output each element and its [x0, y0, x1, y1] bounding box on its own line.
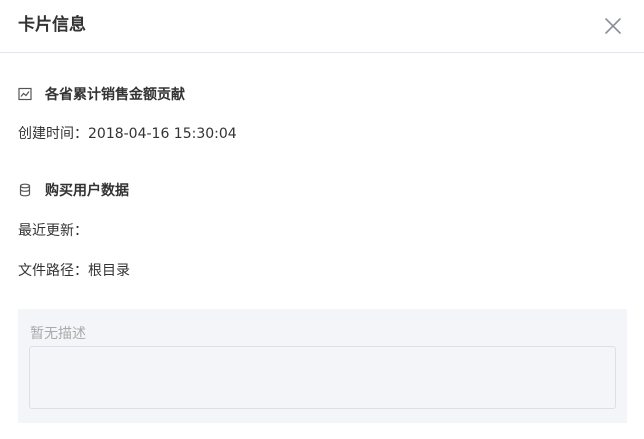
dataset-section-header: 购买用户数据 [18, 180, 129, 200]
description-textarea[interactable] [29, 346, 616, 409]
file-path-value: 根目录 [88, 263, 130, 279]
card-info-dialog: 卡片信息 各省累计销售金额贡献 创建时间：2018-04-16 15:30:04… [0, 0, 644, 439]
created-time-label: 创建时间： [18, 126, 88, 142]
file-path: 文件路径：根目录 [18, 261, 130, 281]
chart-section-header: 各省累计销售金额贡献 [18, 84, 185, 104]
dataset-title: 购买用户数据 [45, 183, 129, 199]
chart-title: 各省累计销售金额贡献 [45, 87, 185, 103]
line-chart-icon [18, 87, 32, 101]
close-icon [605, 18, 621, 34]
dialog-title: 卡片信息 [18, 15, 86, 35]
dialog-header: 卡片信息 [0, 0, 644, 53]
created-time-value: 2018-04-16 15:30:04 [88, 126, 237, 142]
close-button[interactable] [602, 15, 624, 37]
description-placeholder: 暂无描述 [30, 326, 86, 342]
last-updated: 最近更新： [18, 221, 88, 241]
database-icon [19, 183, 31, 197]
file-path-label: 文件路径： [18, 263, 88, 279]
description-panel: 暂无描述 [18, 309, 627, 423]
last-updated-label: 最近更新： [18, 223, 88, 239]
created-time: 创建时间：2018-04-16 15:30:04 [18, 124, 237, 144]
